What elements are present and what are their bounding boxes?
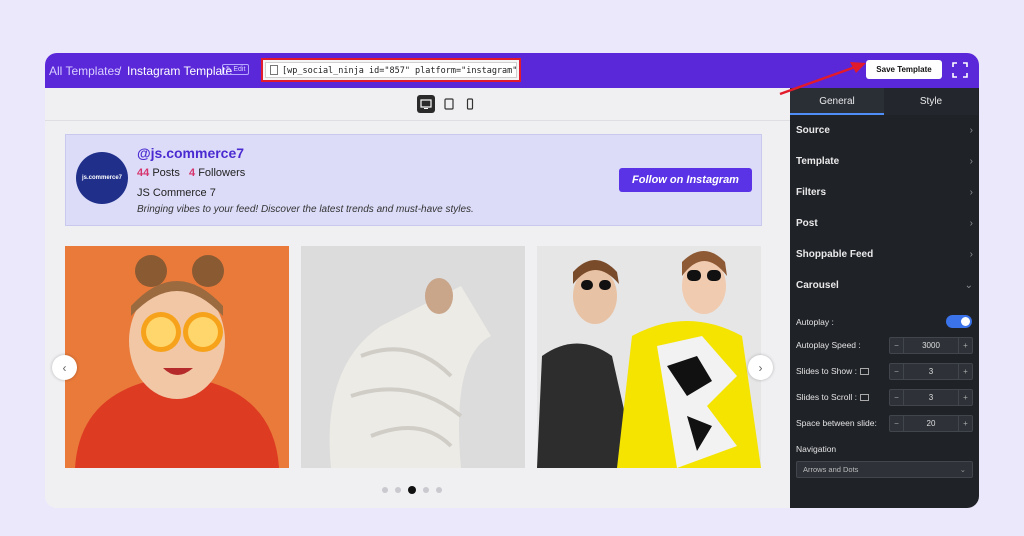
chevron-down-icon: ⌄ [964, 280, 973, 291]
post-image[interactable] [537, 246, 761, 468]
navigation-value: Arrows and Dots [803, 465, 859, 474]
post-image[interactable] [65, 246, 289, 468]
carousel-next-button[interactable]: › [748, 355, 773, 380]
chevron-right-icon: › [969, 156, 973, 167]
carousel-dot[interactable] [423, 487, 429, 493]
edit-label: Edit [233, 66, 246, 73]
section-label: Carousel [796, 280, 839, 291]
posts-count: 44 [137, 167, 150, 179]
section-filters[interactable]: Filters › [796, 187, 973, 201]
breadcrumb-current: Instagram Template [127, 64, 233, 78]
slides-scroll-text: Slides to Scroll : [796, 392, 857, 402]
desktop-icon [859, 368, 869, 375]
autoplay-label: Autoplay : [796, 317, 834, 327]
chevron-right-icon: › [969, 125, 973, 136]
section-shoppable-feed[interactable]: Shoppable Feed › [796, 249, 973, 263]
autoplay-speed-value[interactable]: 3000 [904, 338, 958, 353]
template-editor: All Templates / Instagram Template ✎ Edi… [45, 53, 979, 508]
shortcode-field[interactable]: [wp_social_ninja id="857" platform="inst… [265, 62, 517, 78]
slides-scroll-label: Slides to Scroll : [796, 392, 869, 402]
followers-count: 4 [189, 167, 196, 179]
post-photo-models [537, 246, 761, 468]
preview-canvas: js.commerce7 @js.commerce7 44 Posts 4 Fo… [45, 88, 790, 508]
decrement-button[interactable]: − [890, 390, 904, 405]
fullscreen-icon[interactable] [952, 62, 968, 78]
tab-style[interactable]: Style [884, 88, 978, 115]
posts-label: Posts [152, 167, 180, 179]
slides-scroll-stepper[interactable]: − 3 + [889, 389, 973, 406]
navigation-select[interactable]: Arrows and Dots ⌄ [796, 461, 973, 478]
settings-panel: General Style Source › Template › Filters ›… [790, 88, 979, 508]
section-post[interactable]: Post › [796, 218, 973, 232]
increment-button[interactable]: + [958, 416, 972, 431]
slides-show-text: Slides to Show : [796, 366, 857, 376]
increment-button[interactable]: + [958, 338, 972, 353]
save-template-button[interactable]: Save Template [866, 60, 942, 79]
profile-name: JS Commerce 7 [137, 187, 216, 199]
profile-header: js.commerce7 @js.commerce7 44 Posts 4 Fo… [65, 134, 762, 226]
section-label: Template [796, 156, 840, 167]
section-source[interactable]: Source › [796, 125, 973, 139]
slides-scroll-value[interactable]: 3 [904, 390, 958, 405]
edit-title-button[interactable]: ✎ Edit [222, 64, 249, 75]
top-bar: All Templates / Instagram Template ✎ Edi… [45, 53, 979, 88]
chevron-left-icon: ‹ [62, 360, 67, 375]
carousel-prev-button[interactable]: ‹ [52, 355, 77, 380]
increment-button[interactable]: + [958, 364, 972, 379]
section-label: Source [796, 125, 830, 136]
space-between-stepper[interactable]: − 20 + [889, 415, 973, 432]
autoplay-speed-stepper[interactable]: − 3000 + [889, 337, 973, 354]
space-between-label: Space between slide: [796, 418, 877, 428]
post-image[interactable] [301, 246, 525, 468]
chevron-right-icon: › [969, 187, 973, 198]
navigation-label: Navigation [796, 444, 837, 454]
document-icon [270, 64, 278, 75]
decrement-button[interactable]: − [890, 364, 904, 379]
profile-handle[interactable]: @js.commerce7 [137, 145, 244, 161]
decrement-button[interactable]: − [890, 416, 904, 431]
follow-button[interactable]: Follow on Instagram [619, 168, 752, 192]
post-photo-sweater [301, 246, 525, 468]
slides-show-value[interactable]: 3 [904, 364, 958, 379]
slides-show-stepper[interactable]: − 3 + [889, 363, 973, 380]
section-label: Post [796, 218, 818, 229]
followers-label: Followers [198, 167, 246, 179]
slides-show-label: Slides to Show : [796, 366, 869, 376]
section-carousel[interactable]: Carousel ⌄ [796, 280, 973, 294]
chevron-right-icon: › [969, 218, 973, 229]
autoplay-speed-label: Autoplay Speed : [796, 340, 861, 350]
carousel-dot[interactable] [382, 487, 388, 493]
space-between-value[interactable]: 20 [904, 416, 958, 431]
shortcode-highlight: [wp_social_ninja id="857" platform="inst… [261, 58, 521, 82]
section-label: Filters [796, 187, 827, 198]
section-template[interactable]: Template › [796, 156, 973, 170]
chevron-down-icon: ⌄ [959, 465, 966, 474]
carousel-dot[interactable] [436, 487, 442, 493]
profile-bio: Bringing vibes to your feed! Discover th… [137, 204, 474, 215]
chevron-right-icon: › [758, 360, 763, 375]
desktop-icon[interactable] [417, 95, 435, 113]
autoplay-toggle[interactable] [946, 315, 972, 328]
desktop-icon [859, 394, 869, 401]
device-switcher [45, 88, 790, 121]
profile-counts: 44 Posts 4 Followers [137, 167, 245, 179]
breadcrumb-all-templates[interactable]: All Templates [49, 64, 120, 78]
increment-button[interactable]: + [958, 390, 972, 405]
tab-general[interactable]: General [790, 88, 884, 115]
carousel-dot-active[interactable] [408, 486, 416, 494]
decrement-button[interactable]: − [890, 338, 904, 353]
carousel-dots [382, 485, 442, 495]
mobile-icon[interactable] [461, 95, 479, 113]
post-photo-orange [65, 246, 289, 468]
avatar[interactable]: js.commerce7 [76, 152, 128, 204]
section-label: Shoppable Feed [796, 249, 874, 260]
chevron-right-icon: › [969, 249, 973, 260]
tablet-icon[interactable] [440, 95, 458, 113]
shortcode-text: [wp_social_ninja id="857" platform="inst… [282, 66, 517, 76]
breadcrumb-separator: / [118, 64, 122, 78]
carousel-dot[interactable] [395, 487, 401, 493]
